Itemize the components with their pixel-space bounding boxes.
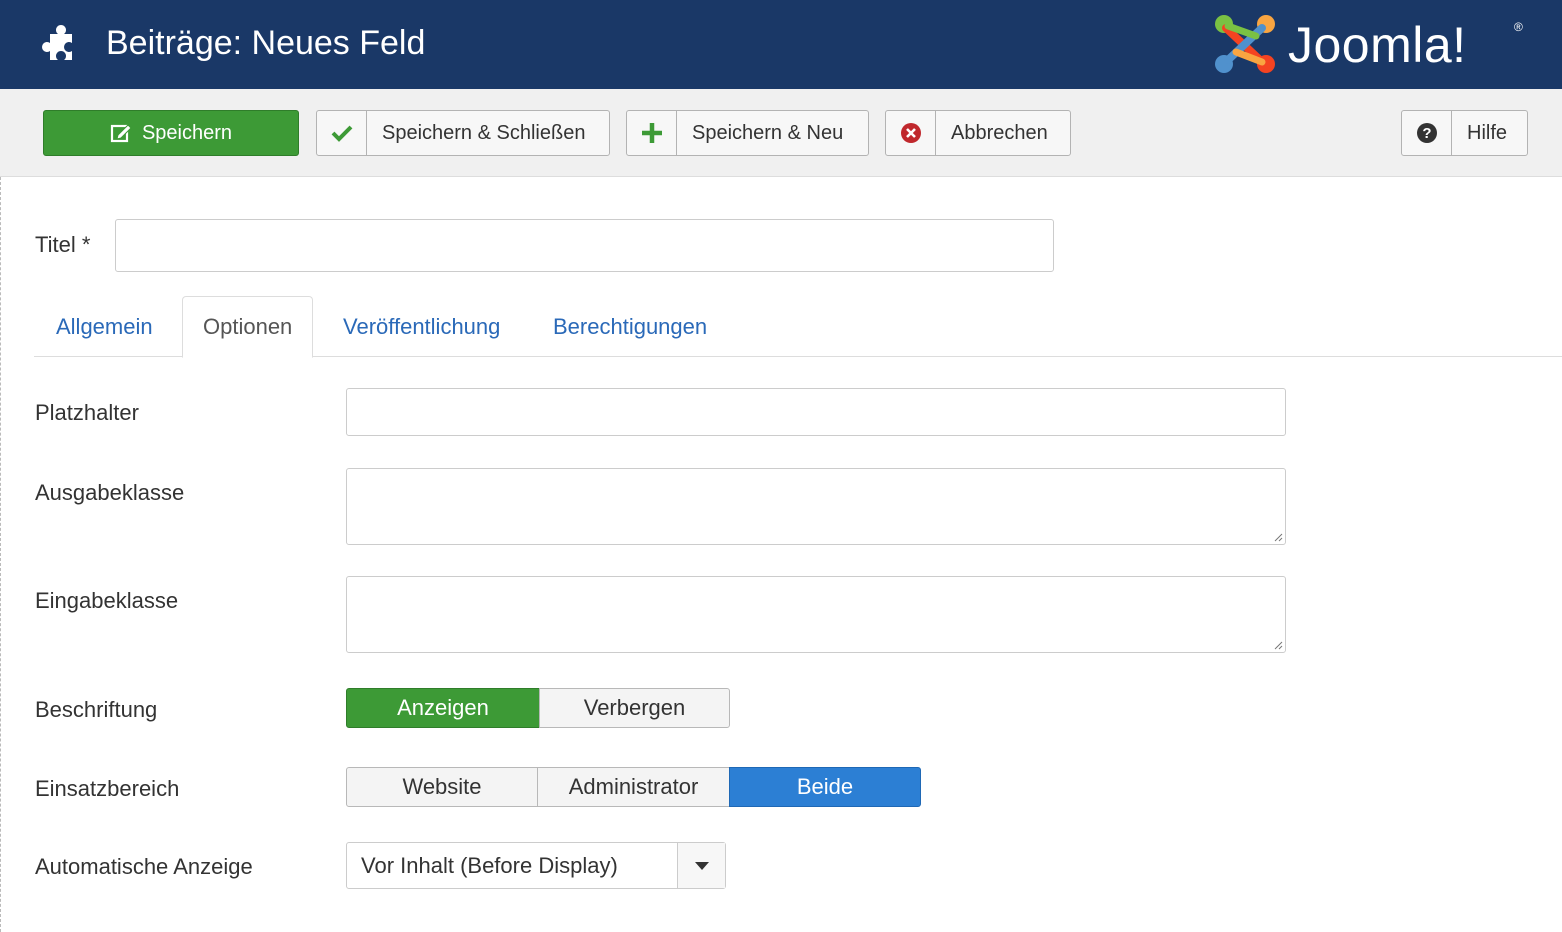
save-new-label: Speichern & Neu [692,121,844,144]
plus-icon [627,111,677,155]
save-button[interactable]: Speichern [43,110,299,156]
save-new-button[interactable]: Speichern & Neu [626,110,869,156]
input-class-textarea[interactable] [346,576,1286,653]
tab-publishing[interactable]: Veröffentlichung [343,296,500,357]
resize-grip-icon[interactable] [1273,640,1283,650]
cancel-label: Abbrechen [951,121,1048,144]
autodisplay-select[interactable]: Vor Inhalt (Before Display) [346,842,726,889]
help-label: Hilfe [1467,121,1508,144]
tab-general[interactable]: Allgemein [56,296,153,357]
page-title: Beiträge: Neues Feld [106,24,426,62]
output-class-label: Ausgabeklasse [35,480,185,505]
app-header: Beiträge: Neues Feld Joomla! ® [0,0,1562,89]
svg-text:?: ? [1422,125,1431,142]
cancel-button[interactable]: Abbrechen [885,110,1071,156]
title-label: Titel * [35,232,91,257]
joomla-logo[interactable]: Joomla! ® [1212,10,1532,78]
chevron-down-icon[interactable] [677,843,725,888]
caption-label: Beschriftung [35,697,158,722]
caption-hide-toggle[interactable]: Verbergen [539,688,730,728]
placeholder-label: Platzhalter [35,400,139,425]
toolbar: Speichern Speichern & Schließen Speicher… [0,89,1562,177]
page-edge [0,177,1,932]
edit-icon [110,124,132,143]
output-class-textarea[interactable] [346,468,1286,545]
caption-show-toggle[interactable]: Anzeigen [346,688,540,728]
title-input[interactable] [115,219,1054,272]
tab-options[interactable]: Optionen [182,296,314,358]
cancel-icon [886,111,936,155]
check-icon [317,111,367,155]
scope-both-toggle[interactable]: Beide [729,767,921,807]
scope-admin-toggle[interactable]: Administrator [537,767,730,807]
save-label: Speichern [141,121,233,144]
joomla-wordmark: Joomla! [1288,17,1467,73]
help-button[interactable]: ? Hilfe [1401,110,1528,156]
placeholder-input[interactable] [346,388,1286,436]
autodisplay-value: Vor Inhalt (Before Display) [361,852,618,878]
scope-label: Einsatzbereich [35,776,180,801]
registered-mark: ® [1514,20,1523,34]
save-close-button[interactable]: Speichern & Schließen [316,110,610,156]
joomla-logo-icon [1215,15,1275,73]
autodisplay-label: Automatische Anzeige [35,854,253,879]
resize-grip-icon[interactable] [1273,532,1283,542]
save-close-label: Speichern & Schließen [382,121,586,144]
scope-site-toggle[interactable]: Website [346,767,538,807]
tab-permissions[interactable]: Berechtigungen [553,296,707,357]
question-icon: ? [1402,111,1452,155]
puzzle-icon [42,25,72,60]
tab-bar: Allgemein Optionen Veröffentlichung Bere… [34,296,1562,358]
input-class-label: Eingabeklasse [35,588,179,613]
